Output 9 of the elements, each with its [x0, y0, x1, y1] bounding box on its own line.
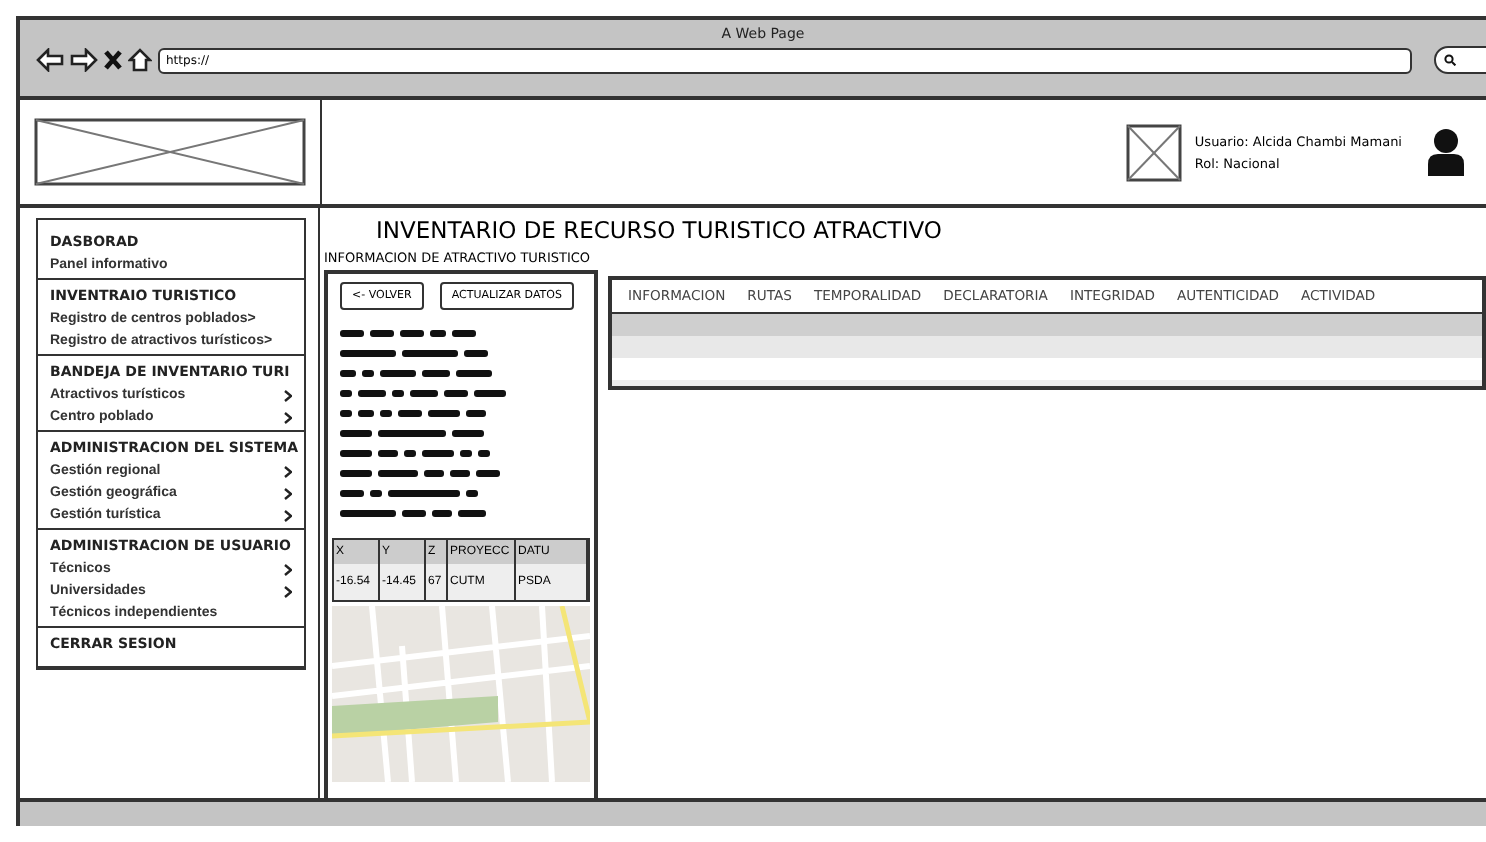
home-icon[interactable]	[128, 48, 152, 72]
user-icon	[1426, 128, 1466, 176]
forward-icon[interactable]	[70, 48, 98, 72]
search-icon	[1444, 54, 1456, 66]
close-icon[interactable]	[104, 50, 122, 70]
back-icon[interactable]	[36, 48, 64, 72]
page-title: INVENTARIO DE RECURSO TURISTICO ATRACTIVO	[376, 216, 944, 244]
image-placeholder	[1126, 123, 1183, 181]
search-field[interactable]	[1434, 46, 1486, 74]
